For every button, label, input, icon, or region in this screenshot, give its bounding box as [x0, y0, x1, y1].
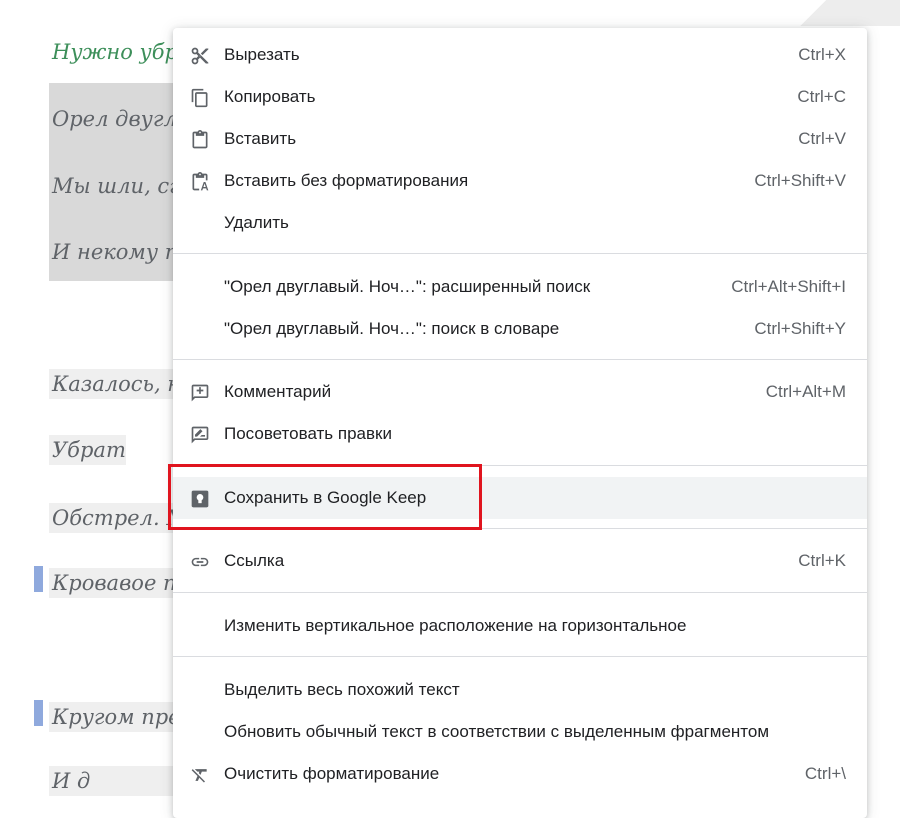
google-keep-icon	[189, 488, 211, 510]
clipboard-icon	[189, 129, 211, 151]
menu-item-label: Вставить без форматирования	[224, 171, 469, 190]
menu-item-label: Очистить форматирование	[224, 764, 440, 783]
menu-divider	[173, 656, 867, 657]
link-icon	[189, 551, 211, 573]
menu-item-label: Сохранить в Google Keep	[224, 488, 427, 507]
menu-item-shortcut: Ctrl+X	[798, 45, 846, 64]
menu-item-shortcut: Ctrl+C	[797, 87, 846, 106]
menu-item-shortcut: Ctrl+Shift+Y	[754, 319, 846, 338]
menu-item-label: Вырезать	[224, 45, 300, 64]
menu-item-clear-formatting[interactable]: Очистить форматирование Ctrl+\	[173, 753, 867, 795]
menu-item-dictionary[interactable]: "Орел двуглавый. Ноч…": поиск в словаре …	[173, 308, 867, 350]
menu-item-label: "Орел двуглавый. Ноч…": расширенный поис…	[224, 277, 591, 296]
clear-formatting-icon	[189, 764, 211, 786]
doc-line[interactable]: Мы шли, сгу	[49, 171, 177, 201]
menu-item-label: Ссылка	[224, 551, 285, 570]
menu-item-shortcut: Ctrl+Shift+V	[754, 171, 846, 190]
menu-item-advanced-search[interactable]: "Орел двуглавый. Ноч…": расширенный поис…	[173, 266, 867, 308]
copy-icon	[189, 87, 211, 109]
menu-item-cut[interactable]: Вырезать Ctrl+X	[173, 34, 867, 76]
doc-line[interactable]: И д	[49, 766, 177, 796]
menu-item-label: Копировать	[224, 87, 316, 106]
menu-item-comment[interactable]: Комментарий Ctrl+Alt+M	[173, 371, 867, 413]
menu-item-label: Вставить	[224, 129, 297, 148]
bookmark-icon[interactable]	[34, 700, 43, 726]
doc-line[interactable]: И некому по	[49, 237, 177, 267]
doc-line[interactable]: Обстрел. Ма	[49, 503, 177, 533]
menu-item-shortcut: Ctrl+Alt+Shift+I	[731, 277, 846, 296]
doc-line[interactable]: Казалось, не	[49, 369, 177, 399]
clipboard-text-icon	[189, 171, 211, 193]
menu-item-suggest-edits[interactable]: Посоветовать правки	[173, 413, 867, 455]
menu-divider	[173, 528, 867, 529]
menu-item-shortcut: Ctrl+Alt+M	[765, 382, 846, 401]
bookmark-icon[interactable]	[34, 566, 43, 592]
menu-item-label: Изменить вертикальное расположение на го…	[224, 616, 687, 635]
menu-item-shortcut: Ctrl+V	[798, 129, 846, 148]
add-comment-icon	[189, 382, 211, 404]
menu-divider	[173, 465, 867, 466]
menu-item-shortcut: Ctrl+\	[804, 764, 846, 783]
menu-divider	[173, 359, 867, 360]
menu-item-update-style[interactable]: Обновить обычный текст в соответствии с …	[173, 711, 867, 753]
menu-item-paste-without-formatting[interactable]: Вставить без форматирования Ctrl+Shift+V	[173, 160, 867, 202]
menu-item-label: Удалить	[224, 213, 289, 232]
doc-line[interactable]: Кругом пред	[49, 702, 177, 732]
scissors-icon	[189, 45, 211, 67]
menu-item-label: Посоветовать правки	[224, 424, 392, 443]
doc-line[interactable]: Убрать	[49, 435, 126, 465]
menu-divider	[173, 253, 867, 254]
menu-item-copy[interactable]: Копировать Ctrl+C	[173, 76, 867, 118]
menu-item-shortcut: Ctrl+K	[798, 551, 846, 570]
doc-line[interactable]: Кровавое пя	[49, 568, 177, 598]
menu-item-label: Обновить обычный текст в соответствии с …	[224, 722, 770, 741]
menu-item-link[interactable]: Ссылка Ctrl+K	[173, 540, 867, 582]
menu-item-label: Выделить весь похожий текст	[224, 680, 460, 699]
menu-divider	[173, 592, 867, 593]
doc-line[interactable]: Орел двуглав	[49, 104, 177, 134]
menu-item-change-orientation[interactable]: Изменить вертикальное расположение на го…	[173, 605, 867, 647]
menu-item-label: Комментарий	[224, 382, 332, 401]
rate-review-icon	[189, 424, 211, 446]
menu-item-delete[interactable]: Удалить	[173, 202, 867, 244]
menu-item-label: "Орел двуглавый. Ноч…": поиск в словаре	[224, 319, 560, 338]
menu-item-paste[interactable]: Вставить Ctrl+V	[173, 118, 867, 160]
menu-item-select-similar[interactable]: Выделить весь похожий текст	[173, 669, 867, 711]
page-corner-decoration	[760, 0, 900, 26]
menu-item-save-to-keep[interactable]: Сохранить в Google Keep	[173, 477, 867, 519]
doc-line[interactable]: Нужно убрать	[49, 37, 177, 67]
context-menu: Вырезать Ctrl+X Копировать Ctrl+C Встави…	[173, 28, 867, 818]
